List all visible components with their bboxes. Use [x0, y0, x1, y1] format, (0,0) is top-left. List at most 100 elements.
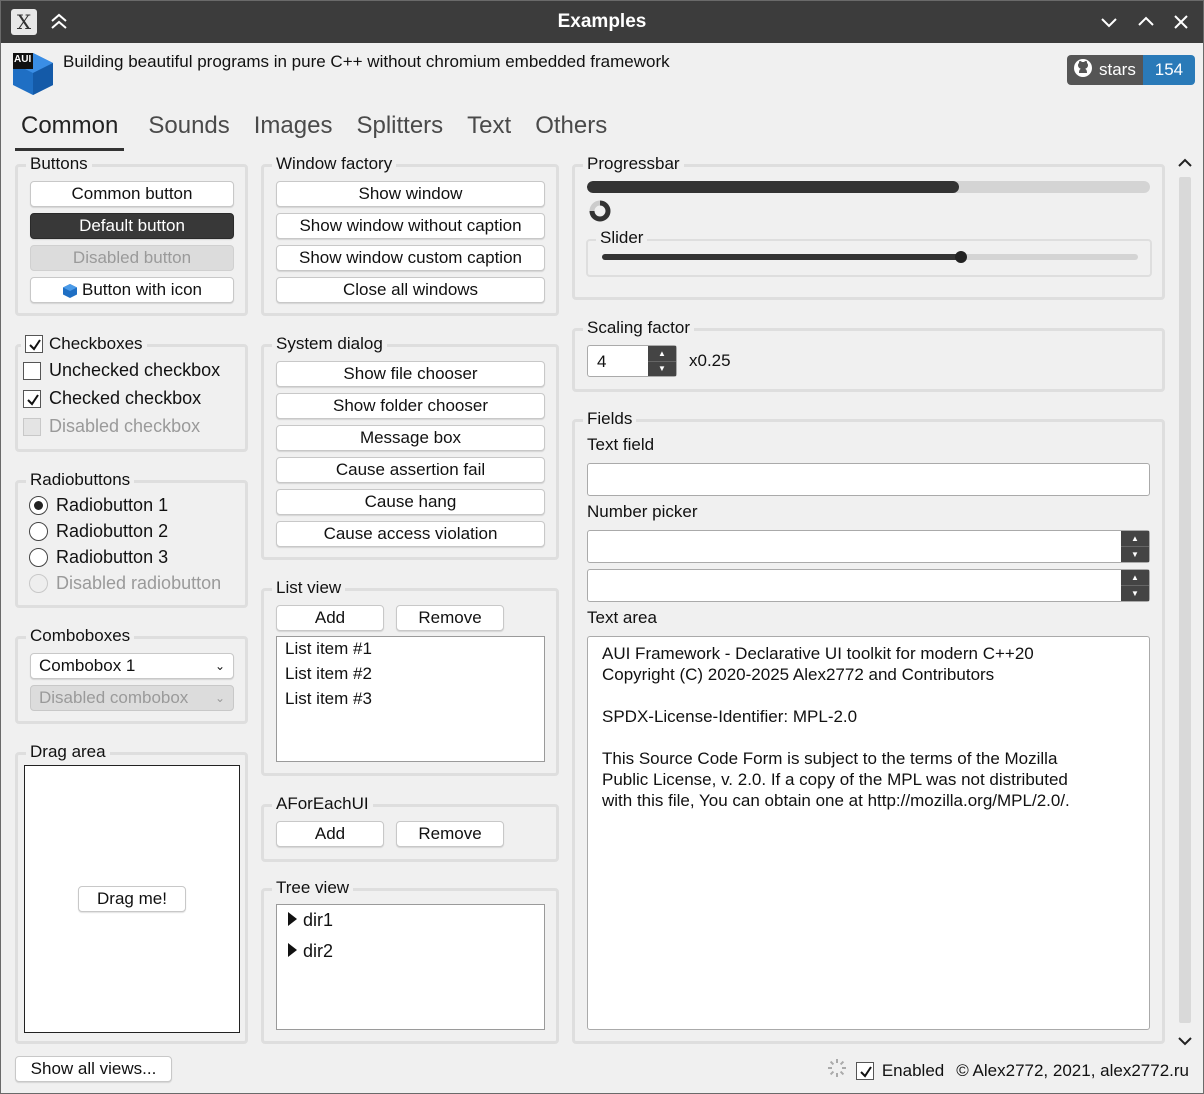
disabled-checkbox: Disabled checkbox — [23, 416, 200, 437]
tab-common[interactable]: Common — [15, 109, 125, 151]
vertical-scrollbar[interactable] — [1175, 153, 1195, 1051]
drag-area[interactable]: Drag me! — [24, 765, 240, 1033]
scroll-up-icon[interactable] — [1175, 153, 1195, 173]
drag-me-button[interactable]: Drag me! — [78, 886, 186, 912]
tab-text[interactable]: Text — [455, 109, 523, 151]
show-folder-chooser-button[interactable]: Show folder chooser — [276, 393, 545, 419]
foreach-remove-button[interactable]: Remove — [396, 821, 504, 847]
radio-circle[interactable] — [29, 548, 48, 567]
number-picker-1[interactable]: ▲ ▼ — [587, 530, 1150, 563]
spin-up-icon[interactable]: ▲ — [648, 346, 676, 361]
tab-splitters[interactable]: Splitters — [344, 109, 455, 151]
radiobutton-1[interactable]: Radiobutton 1 — [29, 495, 168, 516]
spin-up-icon[interactable]: ▲ — [1121, 531, 1149, 546]
radiobutton-label: Radiobutton 2 — [56, 521, 169, 541]
enabled-checkbox[interactable] — [855, 1061, 874, 1080]
scaling-spin-buttons[interactable]: ▲ ▼ — [648, 346, 676, 376]
scaling-factor-value: 4 — [597, 352, 607, 371]
checkboxes-group-checkbox[interactable] — [25, 335, 43, 353]
number-picker-label: Number picker — [587, 502, 698, 521]
scroll-down-icon[interactable] — [1175, 1031, 1195, 1051]
tab-sounds[interactable]: Sounds — [136, 109, 241, 151]
radiobutton-3[interactable]: Radiobutton 3 — [29, 547, 168, 568]
checkbox-box[interactable] — [23, 389, 41, 408]
tagline: Building beautiful programs in pure C++ … — [63, 52, 670, 71]
tree-item-label: dir1 — [303, 910, 334, 930]
checked-checkbox[interactable]: Checked checkbox — [23, 388, 201, 409]
list-view[interactable]: List item #1 List item #2 List item #3 — [276, 636, 545, 762]
cause-assertion-fail-button[interactable]: Cause assertion fail — [276, 457, 545, 483]
default-button[interactable]: Default button — [30, 213, 234, 239]
copyright-text: © Alex2772, 2021, alex2772.ru — [956, 1060, 1189, 1080]
progressbar — [587, 181, 1150, 193]
expand-arrow-icon[interactable] — [287, 941, 297, 962]
logo-text: AUI — [14, 54, 32, 65]
show-window-custom-caption-button[interactable]: Show window custom caption — [276, 245, 545, 271]
window-title: Examples — [557, 11, 647, 32]
checkbox-box[interactable] — [23, 361, 41, 380]
radio-circle[interactable] — [29, 496, 48, 515]
scroll-thumb[interactable] — [1179, 177, 1191, 1023]
tree-item-dir1[interactable]: dir1 — [277, 905, 544, 936]
show-window-without-caption-button[interactable]: Show window without caption — [276, 213, 545, 239]
unchecked-checkbox[interactable]: Unchecked checkbox — [23, 360, 220, 381]
radiobutton-label: Disabled radiobutton — [56, 573, 222, 593]
radiobutton-2[interactable]: Radiobutton 2 — [29, 521, 168, 542]
title-bar[interactable]: X Examples — [1, 1, 1203, 43]
list-item[interactable]: List item #2 — [277, 664, 544, 689]
minimize-icon[interactable] — [1097, 10, 1121, 34]
text-area-label: Text area — [587, 608, 657, 627]
slider-group: Slider — [586, 228, 1152, 277]
maximize-icon[interactable] — [1134, 10, 1158, 34]
show-window-button[interactable]: Show window — [276, 181, 545, 207]
slider-group-title: Slider — [596, 228, 648, 248]
enabled-label: Enabled — [881, 1060, 945, 1080]
checked-checkbox-label: Checked checkbox — [49, 388, 202, 408]
text-field-label: Text field — [587, 435, 655, 454]
close-icon[interactable] — [1169, 10, 1193, 34]
number-picker-spin[interactable]: ▲ ▼ — [1121, 531, 1149, 562]
progressbar-group: Progressbar Slider — [572, 154, 1165, 300]
spin-up-icon[interactable]: ▲ — [1121, 570, 1149, 585]
show-file-chooser-button[interactable]: Show file chooser — [276, 361, 545, 387]
scaling-suffix: x0.25 — [689, 351, 731, 370]
chevron-down-icon: ⌄ — [214, 691, 225, 705]
tree-view[interactable]: dir1 dir2 — [276, 904, 545, 1030]
common-button[interactable]: Common button — [30, 181, 234, 207]
list-add-button[interactable]: Add — [276, 605, 384, 631]
show-all-views-button[interactable]: Show all views... — [15, 1056, 172, 1082]
aui-logo: AUI — [11, 51, 55, 97]
close-all-windows-button[interactable]: Close all windows — [276, 277, 545, 303]
scaling-factor-input[interactable]: 4 ▲ ▼ — [587, 345, 677, 377]
foreach-add-button[interactable]: Add — [276, 821, 384, 847]
button-with-icon[interactable]: Button with icon — [30, 277, 234, 303]
list-remove-button[interactable]: Remove — [396, 605, 504, 631]
tab-images[interactable]: Images — [242, 109, 345, 151]
spin-down-icon[interactable]: ▼ — [648, 360, 676, 377]
scaling-factor-group: Scaling factor 4 ▲ ▼ x0.25 — [572, 318, 1165, 392]
message-box-button[interactable]: Message box — [276, 425, 545, 451]
number-picker-2[interactable]: ▲ ▼ — [587, 569, 1150, 602]
list-item[interactable]: List item #1 — [277, 639, 544, 664]
cause-hang-button[interactable]: Cause hang — [276, 489, 545, 515]
combobox-1[interactable]: Combobox 1 ⌄ — [30, 653, 234, 679]
expand-arrow-icon[interactable] — [287, 910, 297, 931]
checkboxes-group-header[interactable]: Checkboxes — [21, 334, 147, 354]
tab-others[interactable]: Others — [523, 109, 619, 151]
text-field[interactable] — [587, 463, 1150, 496]
cause-access-violation-button[interactable]: Cause access violation — [276, 521, 545, 547]
slider-handle[interactable] — [955, 251, 968, 263]
text-area[interactable]: AUI Framework - Declarative UI toolkit f… — [587, 636, 1150, 1030]
github-stars-badge[interactable]: stars 154 — [1067, 55, 1195, 85]
spin-down-icon[interactable]: ▼ — [1121, 585, 1149, 601]
number-picker-spin[interactable]: ▲ ▼ — [1121, 570, 1149, 601]
list-item[interactable]: List item #3 — [277, 689, 544, 714]
system-dialog-group: System dialog Show file chooser Show fol… — [261, 334, 559, 560]
tree-item-dir2[interactable]: dir2 — [277, 936, 544, 967]
spin-down-icon[interactable]: ▼ — [1121, 546, 1149, 562]
comboboxes-group: Comboboxes Combobox 1 ⌄ Disabled combobo… — [15, 626, 248, 724]
window-factory-group-title: Window factory — [272, 154, 397, 174]
radio-circle[interactable] — [29, 522, 48, 541]
cube-icon — [62, 282, 78, 298]
slider-track[interactable] — [602, 251, 1138, 263]
